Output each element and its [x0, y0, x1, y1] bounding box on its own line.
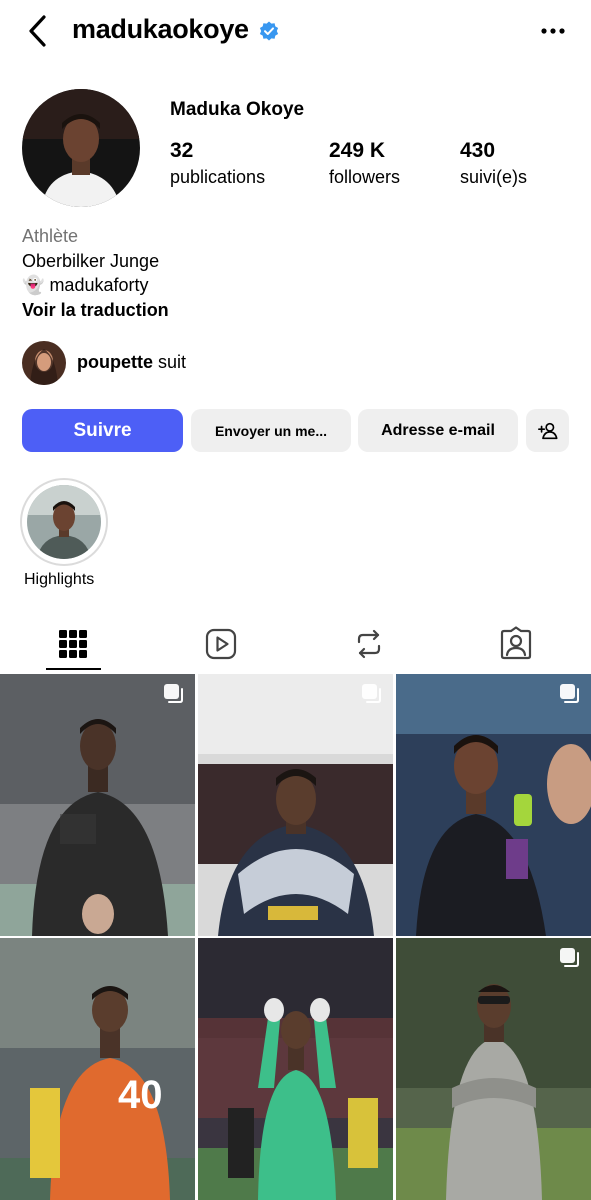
tagged-tab-icon[interactable] [498, 626, 534, 662]
post-thumbnail[interactable] [396, 674, 591, 936]
verified-badge-icon [259, 21, 279, 41]
more-options-icon[interactable] [538, 18, 568, 44]
see-translation-link[interactable]: Voir la traduction [22, 298, 169, 323]
carousel-icon [362, 684, 381, 703]
stat-following[interactable]: 430 suivi(e)s [460, 139, 527, 188]
followed-by-text[interactable]: poupette suit [77, 352, 186, 373]
stat-value: 430 [460, 139, 496, 162]
carousel-icon [560, 948, 579, 967]
profile-avatar[interactable] [22, 89, 140, 207]
reels-tab-icon[interactable] [203, 626, 239, 662]
email-button[interactable]: Adresse e-mail [358, 409, 518, 452]
back-arrow-icon[interactable] [22, 12, 56, 50]
mutual-follower-avatar[interactable] [22, 341, 66, 385]
carousel-icon [164, 684, 183, 703]
stat-followers[interactable]: 249 K followers [329, 139, 400, 188]
reposts-tab-icon[interactable] [351, 626, 387, 662]
bio-snapchat: 👻 madukaforty [22, 273, 169, 298]
profile-category: Athlète [22, 226, 79, 246]
post-thumbnail[interactable]: 40 [0, 938, 195, 1200]
svg-text:40: 40 [118, 1073, 163, 1117]
message-button[interactable]: Envoyer un me... [191, 409, 351, 452]
profile-bio: Athlète Oberbilker Junge 👻 madukaforty V… [22, 224, 169, 322]
bio-line: Oberbilker Junge [22, 250, 160, 271]
followed-by-suffix: suit [153, 352, 187, 372]
stat-publications[interactable]: 32 publications [170, 139, 265, 188]
stat-label: publications [170, 167, 266, 187]
grid-tab-icon[interactable] [55, 626, 91, 662]
profile-username: madukaokoye [72, 14, 249, 44]
carousel-icon [560, 684, 579, 703]
follow-button[interactable]: Suivre [22, 409, 183, 452]
story-highlight[interactable] [20, 478, 108, 566]
post-thumbnail[interactable] [198, 674, 393, 936]
mutual-follower-name: poupette [77, 352, 153, 372]
suggested-users-button[interactable] [526, 409, 569, 452]
post-thumbnail[interactable] [198, 938, 393, 1200]
post-thumbnail[interactable] [396, 938, 591, 1200]
post-thumbnail[interactable] [0, 674, 195, 936]
stat-label: followers [329, 167, 401, 187]
highlight-label: Highlights [24, 571, 95, 588]
add-person-icon [537, 422, 558, 439]
profile-full-name: Maduka Okoye [170, 99, 305, 120]
highlight-cover [27, 485, 101, 559]
stat-label: suivi(e)s [460, 167, 528, 187]
profile-tabs [0, 618, 591, 672]
stat-value: 249 K [329, 139, 386, 162]
ghost-emoji: 👻 [22, 275, 45, 295]
top-bar: madukaokoye [0, 0, 591, 62]
active-tab-indicator [46, 668, 101, 670]
snapchat-handle: madukaforty [49, 275, 149, 295]
stat-value: 32 [170, 139, 194, 162]
